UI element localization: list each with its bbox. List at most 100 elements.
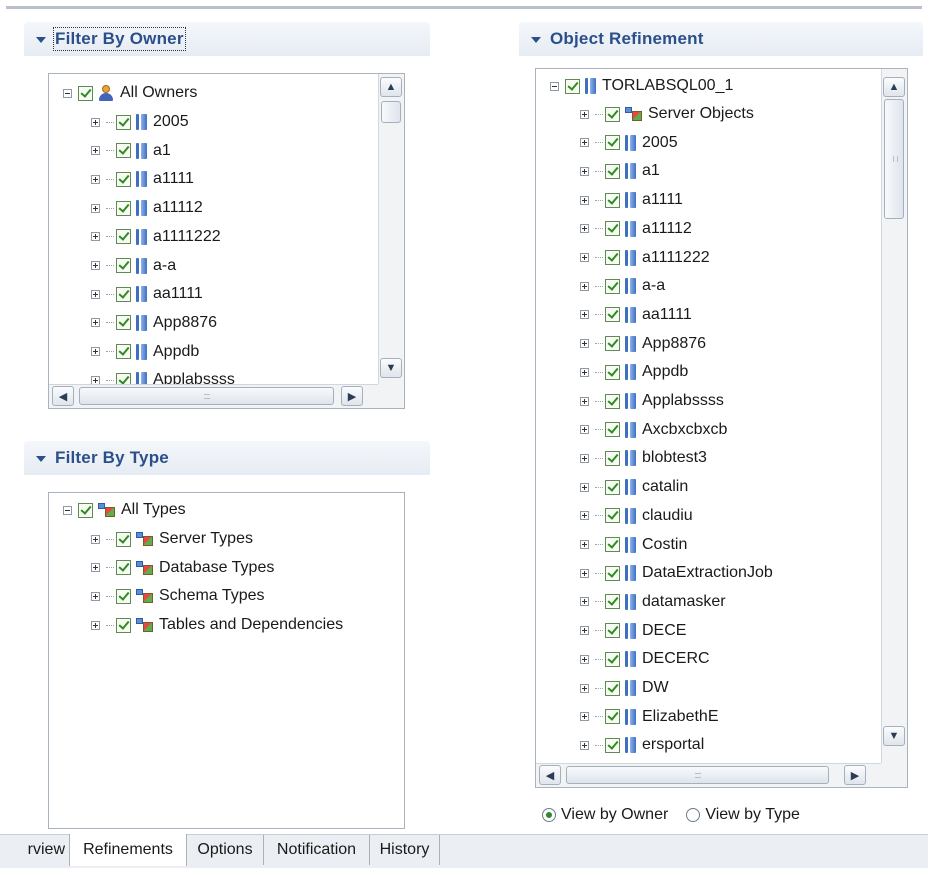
tree-item-row[interactable]: App8876 (91, 309, 217, 337)
tree-item-row[interactable]: DECERC (580, 645, 710, 673)
scroll-right-arrow-icon[interactable]: ▶ (341, 386, 363, 406)
tree-item-row[interactable]: DW (580, 674, 669, 702)
expand-icon[interactable] (580, 339, 589, 349)
expand-icon[interactable] (580, 425, 589, 435)
tree-item-row[interactable]: Tables and Dependencies (91, 611, 343, 639)
tree-item-row[interactable]: Applabssss (580, 387, 724, 415)
checkbox-checked-icon[interactable] (116, 200, 131, 216)
tree-item-row[interactable]: a1 (91, 137, 171, 165)
tree-item-row[interactable]: aa1111 (91, 280, 203, 308)
tree-item-row[interactable]: a11112 (91, 194, 203, 222)
tab-options[interactable]: Options (187, 835, 264, 865)
tree-item-row[interactable]: Appdb (91, 338, 199, 366)
checkbox-checked-icon[interactable] (116, 344, 131, 360)
expand-icon[interactable] (580, 253, 589, 262)
checkbox-checked-icon[interactable] (116, 229, 131, 245)
tree-item-row[interactable]: a1111 (580, 186, 683, 214)
scroll-down-arrow-icon[interactable]: ▼ (380, 358, 402, 378)
tab-refinements[interactable]: Refinements (69, 834, 187, 866)
scroll-left-arrow-icon[interactable]: ◀ (52, 386, 74, 406)
tree-item-row[interactable]: 2005 (580, 129, 678, 157)
checkbox-checked-icon[interactable] (605, 135, 620, 151)
filter-by-owner-header[interactable]: Filter By Owner (24, 22, 430, 56)
expand-icon[interactable] (580, 367, 589, 377)
expand-icon[interactable] (580, 396, 589, 406)
expand-icon[interactable] (91, 620, 100, 630)
checkbox-checked-icon[interactable] (116, 617, 131, 633)
tree-item-row[interactable]: Server Objects (580, 100, 754, 128)
tree-item-row[interactable]: Database Types (91, 554, 274, 582)
expand-icon[interactable] (91, 261, 100, 270)
expand-icon[interactable] (91, 146, 100, 156)
scroll-left-arrow-icon[interactable]: ◀ (539, 765, 561, 785)
radio-selected-icon[interactable] (542, 808, 556, 822)
object-refinement-header[interactable]: Object Refinement (519, 22, 923, 56)
object-tree[interactable]: TORLABSQL00_1 Server Objects 2005 a1 a1111 a1… (535, 68, 908, 788)
tree-item-row[interactable]: catalin (580, 473, 688, 501)
tree-item-row[interactable]: Axcbxcbxcb (580, 416, 727, 444)
expand-icon[interactable] (91, 174, 100, 184)
radio-unselected-icon[interactable] (686, 808, 701, 822)
checkbox-checked-icon[interactable] (605, 221, 620, 237)
scroll-right-arrow-icon[interactable]: ▶ (844, 765, 866, 785)
object-horizontal-scrollbar[interactable]: ◀ ▶ (536, 763, 881, 787)
owner-hscroll-thumb[interactable] (79, 387, 334, 405)
checkbox-checked-icon[interactable] (605, 250, 620, 265)
expand-icon[interactable] (580, 540, 589, 549)
checkbox-checked-icon[interactable] (605, 450, 620, 466)
checkbox-checked-icon[interactable] (605, 651, 620, 667)
tree-item-row[interactable]: a1111222 (580, 244, 710, 272)
expand-icon[interactable] (91, 347, 100, 357)
tree-item-row[interactable]: ElizabethE (580, 703, 719, 731)
collapse-icon[interactable] (63, 505, 72, 515)
tree-item-row[interactable]: DECE (580, 617, 686, 645)
expand-icon[interactable] (580, 740, 589, 750)
tree-root-row[interactable]: All Owners (63, 79, 197, 107)
tree-item-row[interactable]: ersportal (580, 731, 704, 759)
checkbox-checked-icon[interactable] (116, 258, 131, 273)
owner-tree[interactable]: All Owners 2005 a1 a1111 a11112 a1111222 a-a aa… (48, 73, 405, 409)
type-tree[interactable]: All Types Server Types Database Types Schem… (48, 492, 405, 829)
expand-icon[interactable] (580, 654, 589, 664)
expand-icon[interactable] (580, 281, 589, 291)
tree-item-row[interactable]: claudiu (580, 502, 693, 530)
expand-icon[interactable] (580, 626, 589, 636)
checkbox-checked-icon[interactable] (605, 393, 620, 409)
tree-item-row[interactable]: aa1111 (580, 301, 692, 329)
checkbox-checked-icon[interactable] (116, 560, 131, 576)
collapse-triangle-icon[interactable] (36, 36, 46, 43)
checkbox-checked-icon[interactable] (116, 531, 131, 547)
checkbox-checked-icon[interactable] (605, 709, 620, 725)
checkbox-checked-icon[interactable] (605, 623, 620, 639)
expand-icon[interactable] (580, 597, 589, 607)
checkbox-checked-icon[interactable] (78, 85, 93, 101)
object-hscroll-thumb[interactable] (566, 766, 829, 784)
expand-icon[interactable] (580, 310, 589, 320)
checkbox-checked-icon[interactable] (605, 422, 620, 438)
owner-horizontal-scrollbar[interactable]: ◀ ▶ (49, 384, 378, 408)
tree-item-row[interactable]: a1 (580, 157, 660, 185)
tree-item-row[interactable]: 2005 (91, 108, 189, 136)
collapse-triangle-icon[interactable] (36, 455, 46, 462)
view-by-type-radio[interactable]: View by Type (686, 806, 800, 824)
expand-icon[interactable] (580, 511, 589, 521)
checkbox-checked-icon[interactable] (605, 737, 620, 753)
checkbox-checked-icon[interactable] (116, 114, 131, 130)
expand-icon[interactable] (580, 453, 589, 463)
checkbox-checked-icon[interactable] (116, 286, 131, 302)
checkbox-checked-icon[interactable] (116, 143, 131, 159)
checkbox-checked-icon[interactable] (605, 537, 620, 552)
checkbox-checked-icon[interactable] (605, 106, 620, 122)
tab-overview[interactable]: rview (0, 835, 70, 865)
tree-item-row[interactable]: a-a (580, 272, 665, 300)
tree-item-row[interactable]: datamasker (580, 588, 726, 616)
checkbox-checked-icon[interactable] (116, 171, 131, 187)
expand-icon[interactable] (580, 138, 589, 148)
checkbox-checked-icon[interactable] (605, 192, 620, 208)
checkbox-checked-icon[interactable] (605, 479, 620, 495)
expand-icon[interactable] (91, 534, 100, 544)
tree-item-row[interactable]: blobtest3 (580, 444, 707, 472)
collapse-triangle-icon[interactable] (531, 36, 541, 43)
expand-icon[interactable] (580, 224, 589, 234)
checkbox-checked-icon[interactable] (605, 336, 620, 352)
